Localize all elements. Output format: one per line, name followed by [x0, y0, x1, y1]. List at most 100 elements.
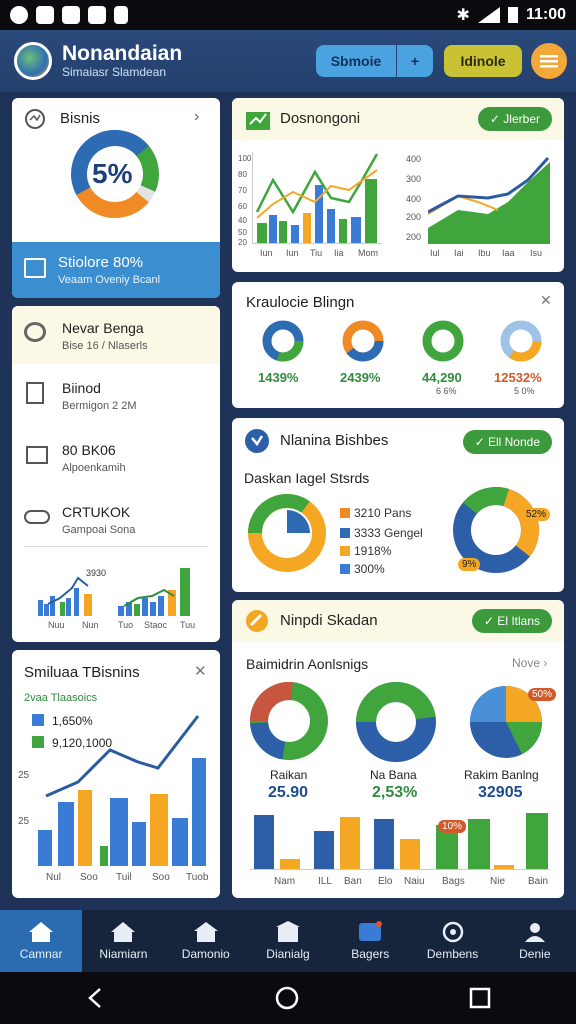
recents-icon[interactable]	[469, 987, 491, 1009]
notification-icon	[114, 6, 128, 24]
nav-label: Camnar	[19, 947, 63, 961]
x-label: Iaa	[502, 248, 515, 258]
metric-value: 12532%	[494, 370, 542, 385]
y-label: 80	[238, 170, 247, 179]
list-item-title: 80 BK06	[62, 442, 116, 458]
y-label: 25	[18, 816, 30, 827]
list-item-sub: Bise 16 / Nlaserls	[62, 340, 148, 352]
x-label: Tuu	[180, 620, 196, 630]
y-label: 50	[238, 228, 247, 237]
trend-lines	[255, 153, 379, 219]
y-label: 25	[18, 770, 30, 781]
pie-value: 2,53%	[372, 784, 418, 801]
bar	[254, 815, 274, 869]
list-card: Nevar Benga Bise 16 / Nlaserls Biinod Be…	[12, 306, 220, 642]
list-item[interactable]: Biinod Bermigon 2 2M	[12, 368, 220, 428]
bar	[340, 817, 360, 869]
ninpdi-card: Ninpdi Skadan ✓ El Itlans Baimidrin Aonl…	[232, 600, 564, 898]
app-header: Nonandaian Simaiasr Slamdean Sbmoie + Id…	[0, 30, 576, 92]
divider	[24, 546, 208, 547]
add-button[interactable]: +	[397, 45, 433, 77]
y-label: 40	[238, 216, 247, 225]
kraulocie-card: Kraulocie Blingn ✕ 1439% 2439% 44,290 12…	[232, 282, 564, 408]
primary-button[interactable]: Sbmoie	[316, 45, 396, 77]
donut	[422, 320, 464, 362]
nav-item[interactable]: Bagers	[329, 910, 411, 972]
list-item-title: Nevar Benga	[62, 320, 144, 336]
trend-line	[47, 576, 175, 607]
nav-item[interactable]: Damonio	[165, 910, 247, 972]
x-label: Isu	[530, 248, 543, 258]
x-label: Iai	[454, 248, 464, 258]
x-label: Nam	[274, 876, 296, 887]
legend-label: 3333 Gengel	[354, 526, 423, 540]
building-icon	[193, 922, 218, 942]
menu-button[interactable]	[531, 43, 567, 79]
store-icon	[275, 921, 300, 942]
close-icon[interactable]: ✕	[194, 662, 207, 680]
nav-item[interactable]: Dembens	[411, 910, 493, 972]
status-bar: ✱ 11:00	[0, 0, 576, 30]
nav-home[interactable]: Camnar	[0, 910, 83, 972]
card-title: Dosnongoni	[280, 110, 361, 127]
bar-badge: 10%	[438, 820, 467, 833]
chart-icon	[246, 112, 270, 130]
highlight-subtitle: Veaam Oveniy Bcanl	[58, 274, 161, 286]
metric-sub: 6 6%	[436, 386, 457, 396]
menu-icon	[540, 55, 558, 68]
series-label: 2vaa Tlaasoics	[24, 692, 98, 704]
nav-label: Damonio	[181, 947, 230, 961]
nav-label: Bagers	[351, 947, 390, 961]
highlight-panel[interactable]: Stiolore 80% Veaam Oveniy Bcanl	[12, 242, 220, 298]
x-label: Bain	[528, 876, 549, 887]
shield-icon	[245, 429, 269, 453]
action-pill[interactable]: ✓ Ell Nonde	[462, 430, 552, 454]
x-label: Iul	[430, 248, 440, 258]
action-pill[interactable]: ✓ El Itlans	[471, 609, 552, 633]
nlanina-card: Nlanina Bishbes ✓ Ell Nonde Daskan Iagel…	[232, 418, 564, 592]
card-title: Ninpdi Skadan	[280, 612, 378, 629]
list-item-sub: Alpoenkamih	[62, 462, 126, 474]
link-icon	[24, 510, 50, 524]
back-icon[interactable]	[85, 987, 105, 1009]
smiluaa-title: Smiluaa TBisnins	[24, 664, 140, 681]
compass-icon	[442, 921, 463, 943]
signal-icon	[477, 7, 500, 23]
filter-pill[interactable]: ✓ Jlerber	[477, 107, 552, 131]
trend-line	[45, 715, 200, 798]
x-label: Iun	[260, 248, 273, 258]
donut-value: 5%	[92, 158, 133, 189]
house-icon	[111, 922, 136, 942]
pie-value: 32905	[478, 784, 523, 801]
nav-item[interactable]: Denie	[494, 910, 576, 972]
x-label: Nie	[490, 876, 506, 887]
ring-badge: 9%	[458, 558, 481, 571]
pie-badge: 50%	[528, 688, 557, 701]
home-circle-icon[interactable]	[275, 986, 299, 1010]
secondary-button[interactable]: Idinole	[444, 45, 522, 77]
bisnis-card[interactable]: Bisnis › 5% Stiolore 80% Veaam Oveniy Bc…	[12, 98, 220, 298]
nav-item[interactable]: Dianialg	[247, 910, 329, 972]
chevron-right-icon[interactable]: ›	[194, 108, 199, 126]
app-subtitle: Simaiasr Slamdean	[62, 65, 167, 79]
nav-item[interactable]: Niamiarn	[82, 910, 164, 972]
card-subtitle: Daskan Iagel Stsrds	[244, 470, 370, 486]
x-label: Tuo	[118, 620, 134, 630]
more-link[interactable]: Nove ›	[512, 656, 547, 670]
close-icon[interactable]: ✕	[540, 292, 552, 309]
folder-icon	[26, 446, 48, 464]
pie-label: Raikan	[270, 768, 308, 782]
list-item-featured[interactable]: Nevar Benga Bise 16 / Nlaserls	[12, 306, 220, 364]
legend-label: 300%	[354, 562, 385, 576]
notification-icon	[36, 6, 54, 24]
y-label: 400	[406, 154, 422, 164]
x-label: ILL	[318, 876, 332, 887]
bar	[374, 819, 394, 869]
bottom-nav: Camnar Niamiarn Damonio Dianialg Bagers …	[0, 910, 576, 972]
list-item[interactable]: 80 BK06 Alpoenkamih	[12, 430, 220, 490]
list-item[interactable]: CRTUKOK Gampoai Sona	[12, 492, 220, 552]
legend-label: 1918%	[354, 544, 392, 558]
y-label: 100	[238, 154, 252, 163]
x-label: Nun	[82, 620, 99, 630]
card-title: Nlanina Bishbes	[280, 432, 389, 449]
